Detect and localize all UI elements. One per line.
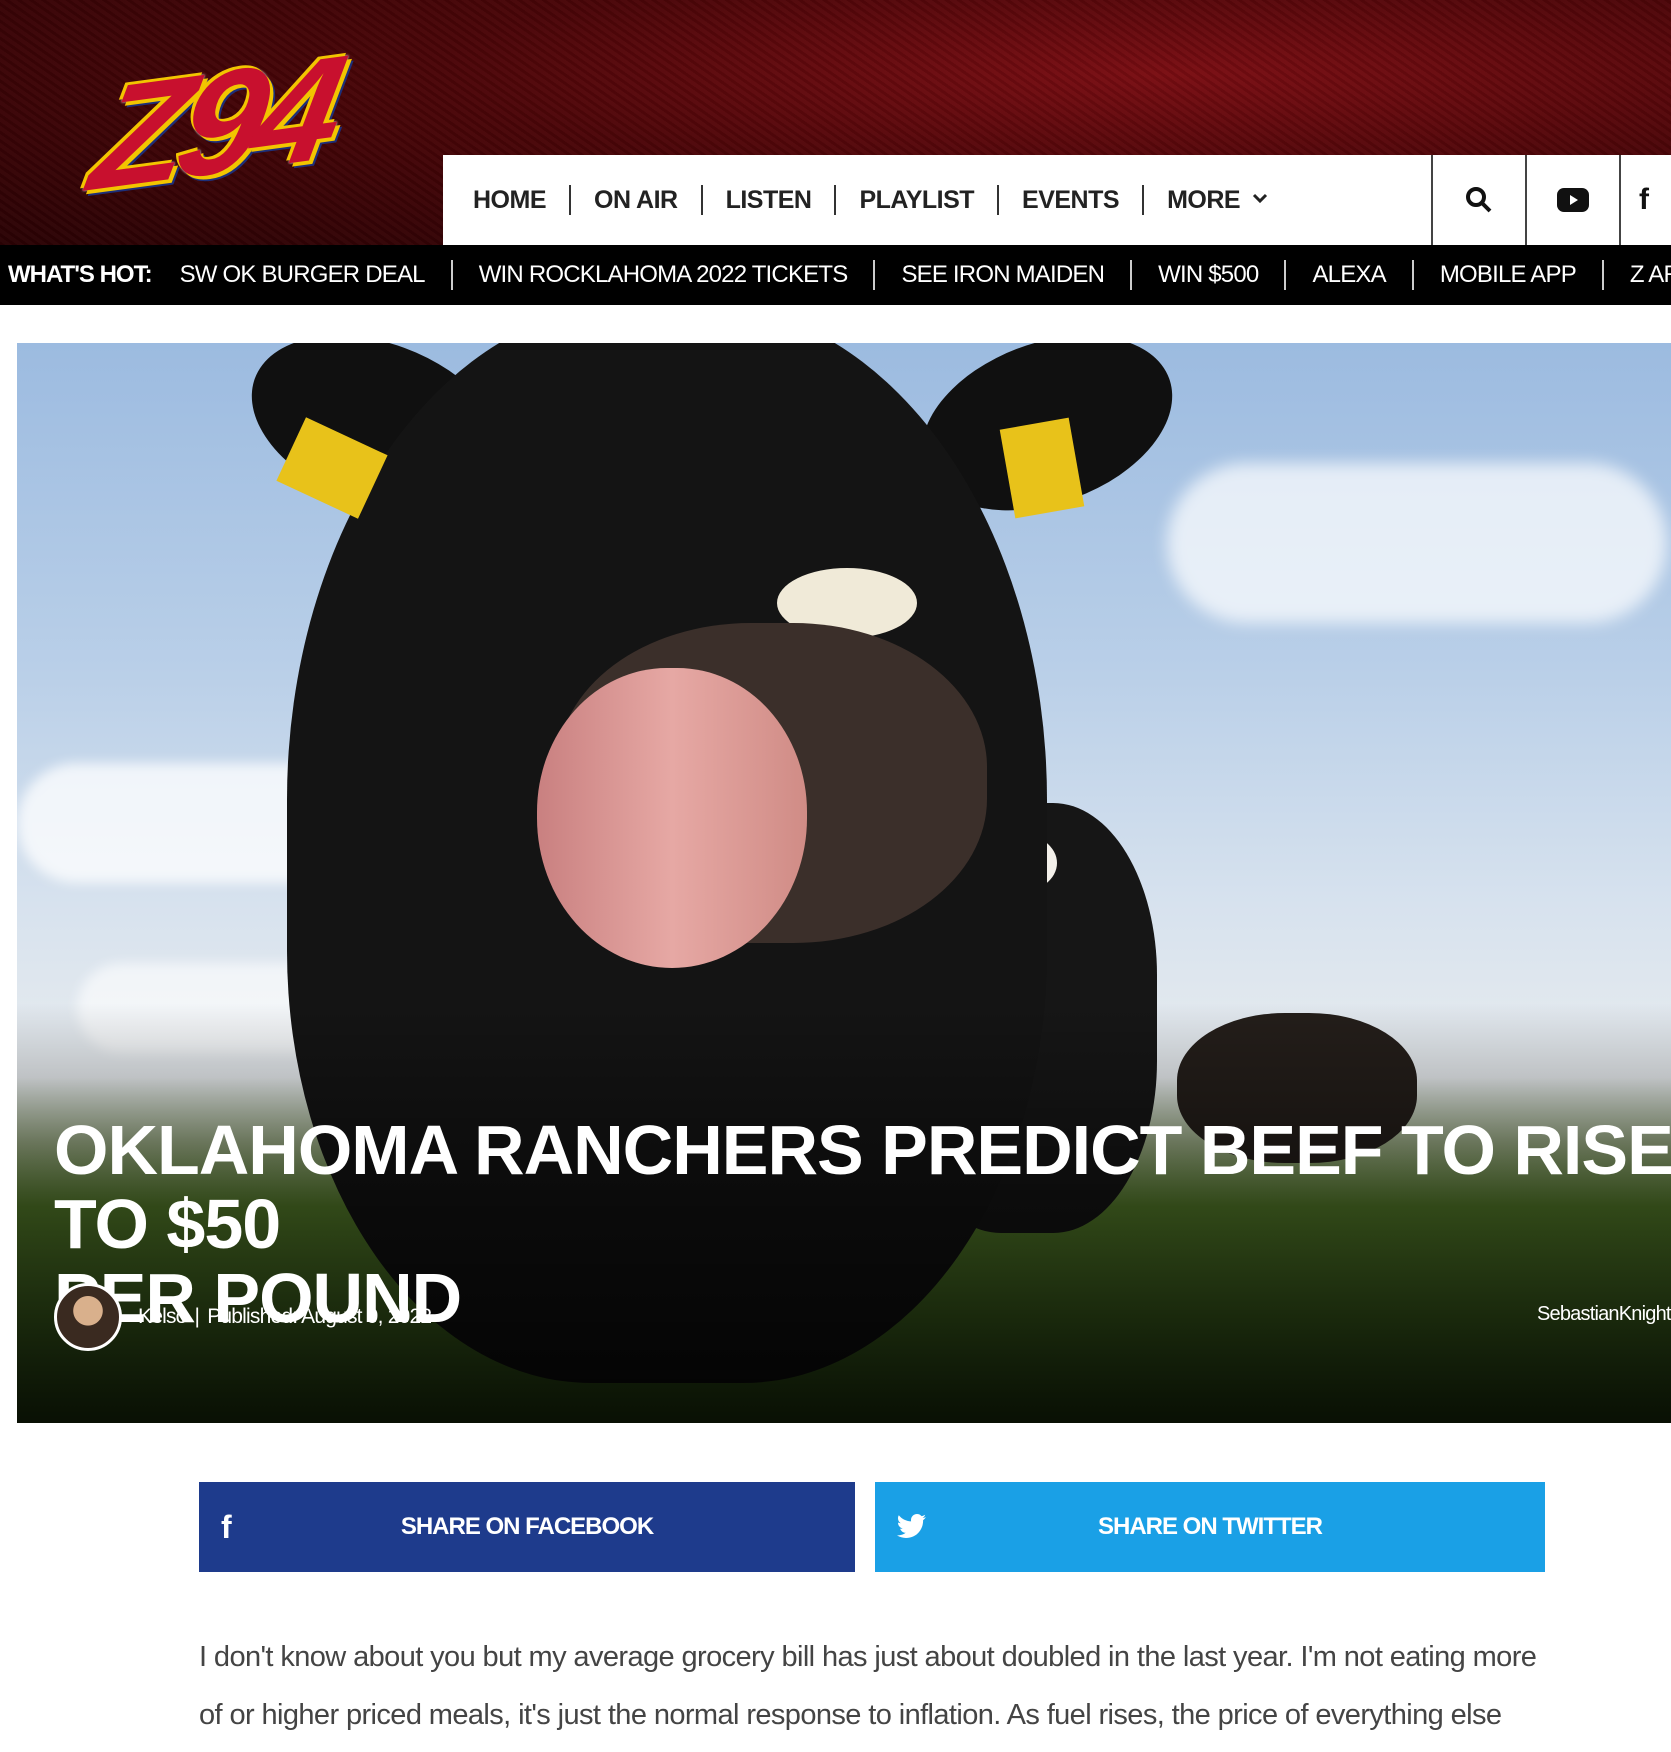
nav-on-air[interactable]: ON AIR (594, 186, 678, 215)
main-nav: HOME ON AIR LISTEN PLAYLIST EVENTS MORE … (443, 155, 1671, 245)
nav-more-label: MORE (1167, 185, 1241, 214)
youtube-icon[interactable] (1525, 155, 1619, 245)
image-credit: SebastianKnight (1537, 1303, 1671, 1325)
facebook-icon: f (221, 1508, 232, 1545)
byline: Kelso | Published: August 9, 2022 (54, 1283, 432, 1351)
nav-more[interactable]: MORE (1167, 186, 1268, 215)
hot-divider (873, 260, 876, 290)
hot-link-mobile-app[interactable]: MOBILE APP (1440, 261, 1577, 289)
share-twitter-button[interactable]: SHARE ON TWITTER (875, 1482, 1545, 1572)
publish-date: Published: August 9, 2022 (207, 1305, 432, 1328)
share-facebook-label: SHARE ON FACEBOOK (400, 1513, 654, 1540)
author-name[interactable]: Kelso (138, 1305, 187, 1328)
station-logo[interactable]: Z94 (14, 18, 414, 228)
hot-divider (1601, 260, 1604, 290)
nav-divider (569, 185, 571, 215)
chevron-down-icon (1252, 191, 1268, 209)
hot-link-rocklahoma[interactable]: WIN ROCKLAHOMA 2022 TICKETS (479, 261, 849, 289)
twitter-icon (897, 1482, 927, 1572)
hot-divider (450, 260, 453, 290)
nav-home[interactable]: HOME (473, 186, 547, 215)
nav-divider (834, 185, 837, 215)
search-icon[interactable] (1431, 155, 1525, 245)
hot-divider (1284, 260, 1287, 290)
hot-link-alexa[interactable]: ALEXA (1312, 261, 1386, 289)
facebook-icon[interactable]: f (1619, 155, 1671, 245)
cow-tongue (537, 668, 807, 968)
byline-text: Kelso | Published: August 9, 2022 (138, 1305, 432, 1329)
share-twitter-label: SHARE ON TWITTER (1098, 1513, 1323, 1540)
whats-hot-label: WHAT'S HOT: (8, 261, 153, 288)
byline-divider: | (194, 1305, 200, 1328)
hot-divider (1411, 260, 1414, 290)
nav-playlist[interactable]: PLAYLIST (859, 186, 974, 215)
hero-image: OKLAHOMA RANCHERS PREDICT BEEF TO RISE T… (17, 343, 1671, 1423)
share-facebook-button[interactable]: f SHARE ON FACEBOOK (199, 1482, 855, 1572)
hot-link-iron-maiden[interactable]: SEE IRON MAIDEN (901, 261, 1105, 289)
hot-divider (1130, 260, 1133, 290)
nav-divider (997, 185, 1000, 215)
nav-divider (1142, 185, 1145, 215)
nav-listen[interactable]: LISTEN (726, 186, 812, 215)
hot-link-win-500[interactable]: WIN $500 (1158, 261, 1259, 289)
hot-link-burger-deal[interactable]: SW OK BURGER DEAL (180, 261, 426, 289)
nav-events[interactable]: EVENTS (1022, 186, 1120, 215)
nav-divider (700, 185, 703, 215)
cloud (1167, 463, 1667, 623)
logo-text: Z94 (80, 23, 348, 223)
author-avatar[interactable] (54, 1283, 122, 1351)
whats-hot-bar: WHAT'S HOT: SW OK BURGER DEAL WIN ROCKLA… (0, 245, 1671, 305)
article-body: I don't know about you but my average gr… (199, 1641, 1537, 1731)
hot-link-z-army[interactable]: Z ARMY (1630, 261, 1671, 289)
